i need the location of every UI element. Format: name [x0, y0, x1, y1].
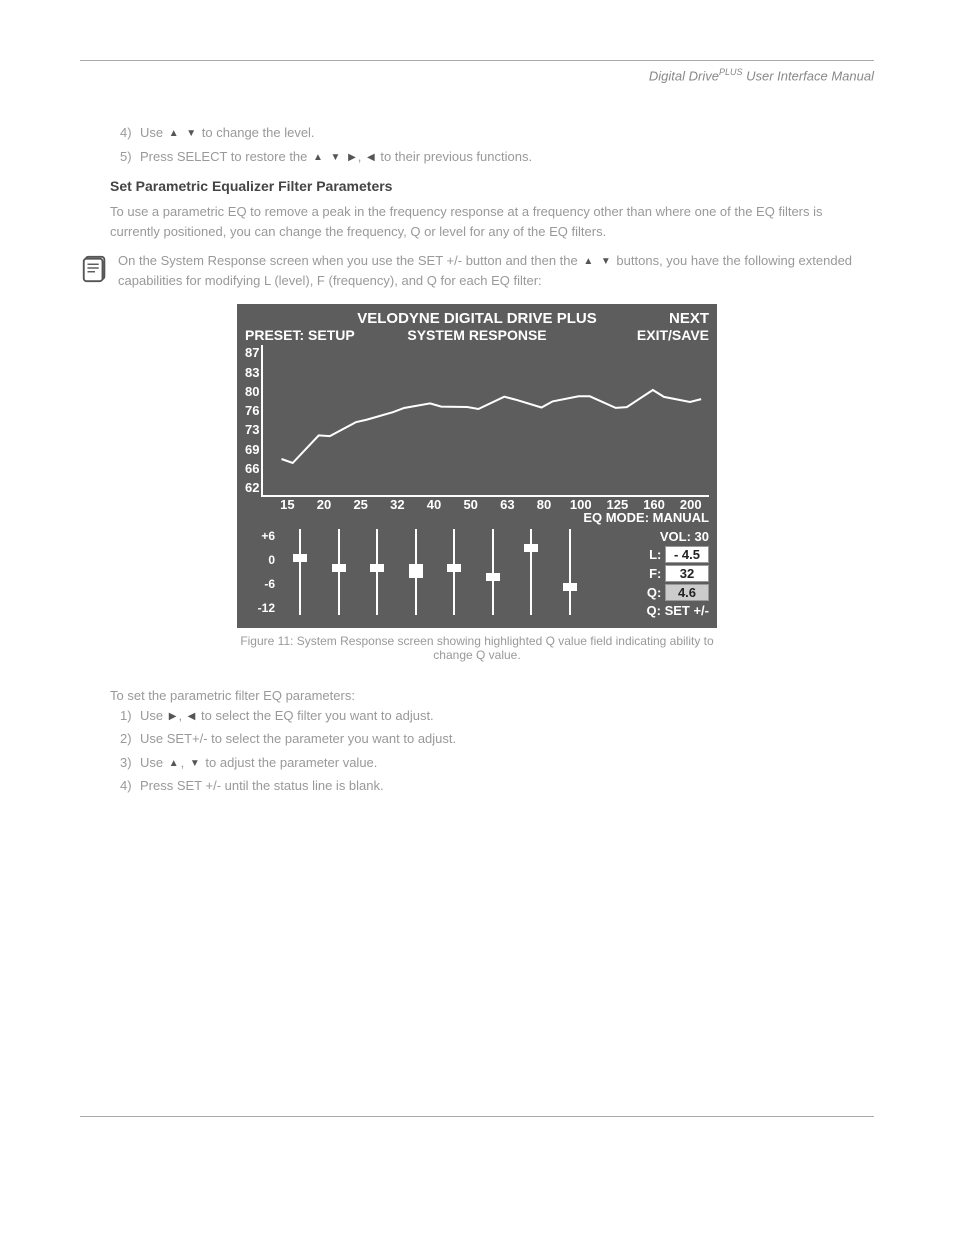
eq-slider[interactable] — [569, 529, 571, 615]
triangle-down-icon: ▼ — [186, 126, 196, 141]
eq-row: +6 0 -6 -12 VOL: 30 L: - 4.5 F: 32 Q: 4.… — [245, 529, 709, 620]
footer-rule — [80, 1116, 874, 1117]
q-set-label: Q: SET +/- — [589, 603, 709, 618]
bullet-row: 5) Press SELECT to restore the ▲ ▼ ▶, ◀ … — [120, 147, 874, 167]
bullet-row: 1) Use ▶, ◀ to select the EQ filter you … — [120, 706, 874, 726]
bullet-num: 1) — [120, 706, 140, 726]
eq-y-ticks: +6 0 -6 -12 — [245, 529, 275, 615]
triangle-left-icon: ◀ — [367, 150, 375, 165]
bullet-text: Use ▲ ▼ to change the level. — [140, 123, 874, 143]
figure-caption: Figure 11: System Response screen showin… — [237, 634, 717, 662]
eq-slider[interactable] — [376, 529, 378, 615]
eq-slider[interactable] — [299, 529, 301, 615]
Q-label: Q: — [647, 585, 661, 600]
bullet-text: Press SET +/- until the status line is b… — [140, 776, 874, 796]
L-value[interactable]: - 4.5 — [665, 546, 709, 563]
preset-label[interactable]: PRESET: SETUP — [245, 327, 365, 343]
lower-intro: To set the parametric filter EQ paramete… — [110, 686, 874, 706]
bullet-row: 3) Use ▲, ▼ to adjust the parameter valu… — [120, 753, 874, 773]
bullet-text: Use ▶, ◀ to select the EQ filter you wan… — [140, 706, 874, 726]
Q-value[interactable]: 4.6 — [665, 584, 709, 601]
header-rule — [80, 60, 874, 61]
eq-slider[interactable] — [338, 529, 340, 615]
y-axis-ticks: 87 83 80 76 73 69 66 62 — [245, 345, 259, 495]
L-label: L: — [649, 547, 661, 562]
triangle-left-icon: ◀ — [188, 709, 196, 724]
intro-paragraph: To use a parametric EQ to remove a peak … — [110, 202, 874, 241]
triangle-right-icon: ▶ — [348, 150, 356, 165]
F-value[interactable]: 32 — [665, 565, 709, 582]
bullet-num: 4) — [120, 123, 140, 143]
plot-box — [261, 345, 709, 497]
eq-params: VOL: 30 L: - 4.5 F: 32 Q: 4.6 Q: SET +/- — [589, 529, 709, 620]
eq-sliders — [281, 529, 589, 615]
eq-slider[interactable] — [415, 529, 417, 615]
bullet-row: 4) Press SET +/- until the status line i… — [120, 776, 874, 796]
figure: VELODYNE DIGITAL DRIVE PLUS NEXT PRESET:… — [237, 304, 717, 662]
bullet-text: Use SET+/- to select the parameter you w… — [140, 729, 874, 749]
F-label: F: — [649, 566, 661, 581]
triangle-up-icon: ▲ — [583, 254, 593, 269]
eq-mode-label: EQ MODE: MANUAL — [245, 510, 709, 525]
triangle-down-icon: ▼ — [331, 150, 341, 165]
bullet-row: 4) Use ▲ ▼ to change the level. — [120, 123, 874, 143]
header-product: Digital Drive — [649, 68, 719, 83]
section-heading: Set Parametric Equalizer Filter Paramete… — [110, 178, 874, 194]
bullet-text: Press SELECT to restore the ▲ ▼ ▶, ◀ to … — [140, 147, 874, 167]
triangle-right-icon: ▶ — [169, 709, 177, 724]
header-tail: User Interface Manual — [742, 68, 874, 83]
bullet-num: 4) — [120, 776, 140, 796]
device-screen: VELODYNE DIGITAL DRIVE PLUS NEXT PRESET:… — [237, 304, 717, 628]
screen-subheader: PRESET: SETUP SYSTEM RESPONSE EXIT/SAVE — [245, 327, 709, 343]
exit-save-button[interactable]: EXIT/SAVE — [589, 327, 709, 343]
note-row: On the System Response screen when you u… — [80, 251, 874, 290]
screen-title: VELODYNE DIGITAL DRIVE PLUS — [325, 310, 629, 327]
note-icon — [80, 253, 110, 288]
eq-slider[interactable] — [492, 529, 494, 615]
triangle-down-icon: ▼ — [601, 254, 611, 269]
vol-label: VOL: — [660, 529, 691, 544]
note-text: On the System Response screen when you u… — [118, 251, 874, 290]
bullet-row: 2) Use SET+/- to select the parameter yo… — [120, 729, 874, 749]
eq-slider[interactable] — [453, 529, 455, 615]
eq-slider[interactable] — [530, 529, 532, 615]
header-sup: PLUS — [719, 67, 743, 77]
triangle-up-icon: ▲ — [169, 126, 179, 141]
response-plot: 87 83 80 76 73 69 66 62 — [245, 345, 709, 497]
screen-subtitle: SYSTEM RESPONSE — [365, 327, 589, 343]
triangle-up-icon: ▲ — [169, 756, 179, 771]
next-button[interactable]: NEXT — [629, 310, 709, 327]
bullet-text: Use ▲, ▼ to adjust the parameter value. — [140, 753, 874, 773]
bullet-num: 2) — [120, 729, 140, 749]
bullet-num: 3) — [120, 753, 140, 773]
vol-value: 30 — [695, 529, 709, 544]
page-header: Digital DrivePLUS User Interface Manual — [80, 67, 874, 83]
triangle-down-icon: ▼ — [190, 756, 200, 771]
bullet-num: 5) — [120, 147, 140, 167]
screen-header-left — [245, 310, 325, 327]
screen-header: VELODYNE DIGITAL DRIVE PLUS NEXT — [245, 310, 709, 327]
triangle-up-icon: ▲ — [313, 150, 323, 165]
